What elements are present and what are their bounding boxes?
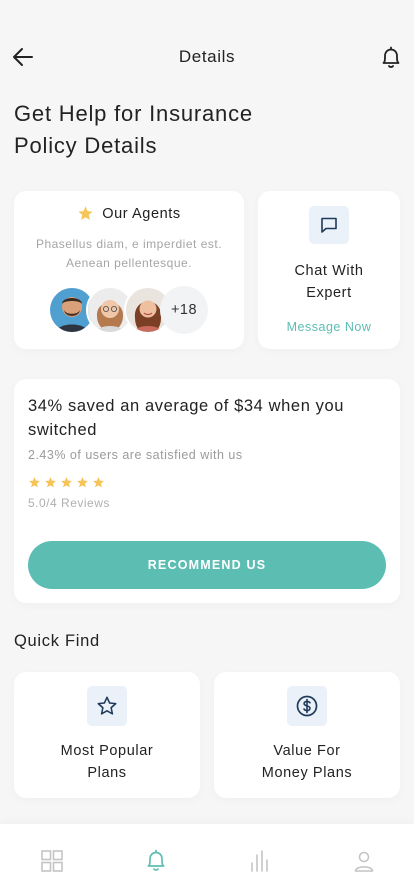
nav-item-home[interactable] <box>39 848 65 874</box>
page-title-line-1: Get Help for Insurance <box>14 101 253 126</box>
star-icon <box>77 477 88 488</box>
dollar-circle-icon <box>296 695 318 717</box>
nav-item-stats[interactable] <box>247 848 273 874</box>
agents-more-count[interactable]: +18 <box>160 286 208 334</box>
savings-headline: 34% saved an average of $34 when you swi… <box>28 397 345 439</box>
bottom-navigation <box>0 824 414 896</box>
grid-icon <box>41 850 63 872</box>
agents-header: Our Agents <box>14 205 244 222</box>
bell-icon <box>147 849 165 871</box>
star-icon <box>61 477 72 488</box>
agents-description: Phasellus diam, e imperdiet est. Aenean … <box>35 237 223 270</box>
chat-icon-container <box>309 206 349 244</box>
quick-find-title: Quick Find <box>14 632 100 650</box>
most-popular-plans-card[interactable]: Most Popular Plans <box>14 672 200 798</box>
star-icon <box>93 477 104 488</box>
header-title: Details <box>178 47 236 66</box>
savings-card: 34% saved an average of $34 when you swi… <box>14 379 400 603</box>
agents-avatar-group[interactable]: +18 <box>48 286 228 334</box>
quick-find-icon-container <box>87 686 127 726</box>
page-title-line-2: Policy Details <box>14 133 158 158</box>
agents-title: Our Agents <box>102 205 181 222</box>
star-outline-icon <box>97 696 117 715</box>
page-title: Get Help for Insurance Policy Details <box>14 98 314 162</box>
profile-icon <box>354 851 374 872</box>
recommend-us-button[interactable]: RECOMMEND US <box>28 541 386 589</box>
rating-stars <box>28 476 105 489</box>
value-for-money-plans-card[interactable]: Value For Money Plans <box>214 672 400 798</box>
star-icon <box>45 477 56 488</box>
chat-icon <box>321 217 337 233</box>
quick-find-icon-container <box>287 686 327 726</box>
quick-find-label: Value For Money Plans <box>261 743 353 781</box>
nav-item-notifications[interactable] <box>143 848 169 874</box>
chat-title-line-2: Expert <box>306 285 352 301</box>
chat-title: Chat With Expert <box>258 260 400 304</box>
reviews-count: 5.0/4 Reviews <box>28 496 110 510</box>
app-header: Details <box>0 0 414 110</box>
message-now-link[interactable]: Message Now <box>258 320 400 334</box>
star-icon <box>78 206 93 220</box>
chat-title-line-1: Chat With <box>294 263 364 279</box>
satisfaction-text: 2.43% of users are satisfied with us <box>28 448 243 462</box>
agents-card[interactable]: Our Agents Phasellus diam, e imperdiet e… <box>14 191 244 349</box>
nav-item-profile[interactable] <box>351 848 377 874</box>
chat-with-expert-card[interactable]: Chat With Expert Message Now <box>258 191 400 349</box>
quick-find-label: Most Popular Plans <box>60 743 154 781</box>
bar-chart-icon <box>251 850 268 872</box>
bell-icon <box>382 46 400 68</box>
notification-button[interactable] <box>379 45 403 71</box>
star-icon <box>29 477 40 488</box>
